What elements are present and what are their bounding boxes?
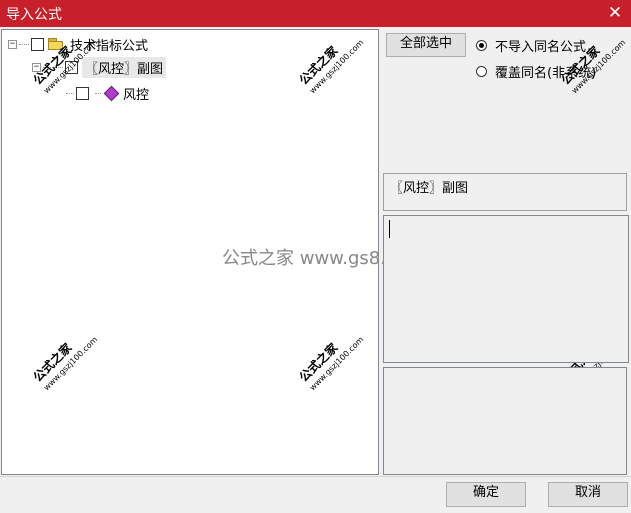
tree-node-label: 风控 <box>123 87 150 103</box>
category-checkbox[interactable] <box>65 60 78 74</box>
tree-node-label: 技术指标公式 <box>70 38 149 54</box>
ok-button[interactable]: 确定 <box>446 482 526 507</box>
info-box <box>383 367 627 475</box>
center-watermark: 公式之家 www.gs8.cn <box>222 248 408 269</box>
tree-node-root[interactable]: − 技术指标公式 <box>8 34 148 54</box>
cancel-button[interactable]: 取消 <box>548 482 628 507</box>
root-checkbox[interactable] <box>31 37 44 51</box>
formula-name: 〖风控〗副图 <box>390 181 469 196</box>
window-title: 导入公式 <box>6 7 62 23</box>
formula-icon <box>103 85 120 101</box>
radio-overwrite-duplicates[interactable]: 覆盖同名(非系统) <box>476 62 596 81</box>
radio-unchecked-icon[interactable] <box>476 66 487 77</box>
collapse-icon[interactable]: − <box>32 62 41 72</box>
formula-description[interactable] <box>383 215 629 363</box>
item-checkbox[interactable] <box>76 86 89 100</box>
radio-label: 覆盖同名(非系统) <box>495 66 597 81</box>
title-bar: 导入公式 ✕ <box>0 0 631 27</box>
close-icon[interactable]: ✕ <box>605 2 625 24</box>
formula-name-box: 〖风控〗副图 <box>383 173 627 211</box>
tree-node-category[interactable]: − 〖风控〗副图 <box>32 56 167 78</box>
radio-skip-duplicates[interactable]: 不导入同名公式 <box>476 36 586 55</box>
collapse-icon[interactable]: − <box>8 39 17 49</box>
radio-label: 不导入同名公式 <box>495 40 587 55</box>
tree-node-label: 〖风控〗副图 <box>82 56 167 78</box>
select-all-button[interactable]: 全部选中 <box>386 33 466 57</box>
text-caret <box>389 220 390 238</box>
folder-icon <box>48 38 64 50</box>
divider <box>0 476 631 477</box>
tree-node-item[interactable]: 风控 <box>64 83 149 103</box>
radio-checked-icon[interactable] <box>476 40 487 51</box>
